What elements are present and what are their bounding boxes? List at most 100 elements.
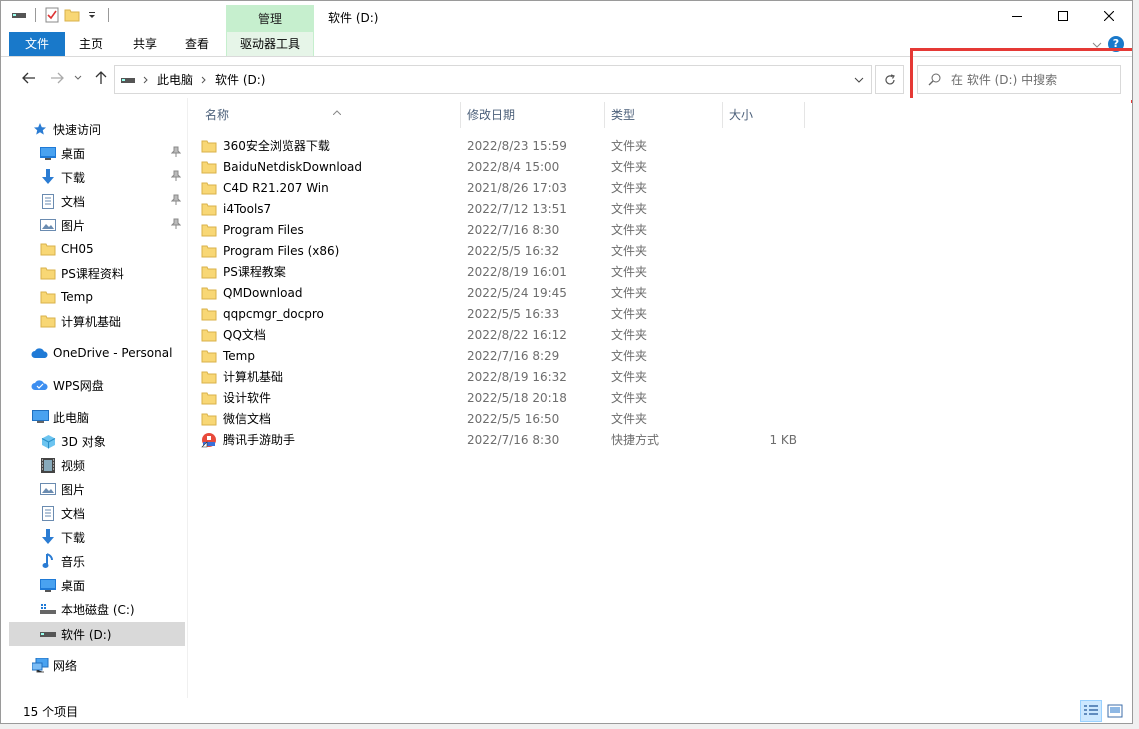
file-row[interactable]: PS课程教案 2022/8/19 16:01 文件夹 — [201, 261, 1001, 282]
file-row[interactable]: C4D R21.207 Win 2021/8/26 17:03 文件夹 — [201, 177, 1001, 198]
column-header-name[interactable]: 名称 — [199, 102, 461, 128]
column-header-date[interactable]: 修改日期 — [461, 102, 605, 128]
breadcrumb-separator-icon[interactable] — [201, 73, 207, 87]
file-row[interactable]: BaiduNetdiskDownload 2022/8/4 15:00 文件夹 — [201, 156, 1001, 177]
search-box[interactable] — [917, 65, 1121, 94]
drive-icon — [39, 626, 57, 642]
nav-item-pictures[interactable]: 图片 — [39, 477, 185, 501]
pane-splitter[interactable] — [187, 98, 188, 698]
file-row[interactable]: Temp 2022/7/16 8:29 文件夹 — [201, 345, 1001, 366]
forward-button[interactable] — [47, 68, 67, 88]
file-date: 2022/8/19 16:32 — [467, 369, 567, 384]
nav-item-folder-ch05[interactable]: CH05 — [39, 237, 185, 261]
file-row[interactable]: QMDownload 2022/5/24 19:45 文件夹 — [201, 282, 1001, 303]
nav-item-wps-cloud[interactable]: WPS网盘 — [31, 373, 185, 397]
tab-file[interactable]: 文件 — [9, 32, 65, 56]
file-type: 快捷方式 — [611, 433, 660, 447]
computer-icon — [31, 409, 49, 425]
nav-item-label: 图片 — [61, 482, 86, 497]
up-button[interactable] — [91, 68, 111, 88]
file-date: 2022/8/22 16:12 — [467, 327, 567, 342]
file-name: 微信文档 — [223, 412, 272, 426]
file-name: 360安全浏览器下载 — [223, 139, 330, 153]
maximize-button[interactable] — [1040, 1, 1086, 31]
minimize-button[interactable] — [994, 1, 1040, 31]
close-button[interactable] — [1086, 1, 1132, 31]
nav-item-3d-objects[interactable]: 3D 对象 — [39, 429, 185, 453]
search-input[interactable] — [951, 72, 1111, 87]
nav-item-folder-temp[interactable]: Temp — [39, 285, 185, 309]
file-date: 2022/7/16 8:30 — [467, 222, 560, 237]
nav-item-drive-d[interactable]: 软件 (D:) — [9, 622, 185, 646]
column-header-label: 名称 — [205, 108, 230, 122]
nav-item-label: 图片 — [61, 218, 86, 233]
nav-item-videos[interactable]: 视频 — [39, 453, 185, 477]
file-type: 文件夹 — [611, 349, 648, 363]
nav-item-onedrive[interactable]: OneDrive - Personal — [31, 341, 185, 365]
nav-item-this-pc[interactable]: 此电脑 — [31, 405, 185, 429]
back-button[interactable] — [19, 68, 39, 88]
chevron-down-icon — [74, 75, 82, 80]
properties-icon[interactable] — [44, 7, 60, 23]
file-list: 名称 修改日期 类型 大小 360安全浏览器下载 2022/8/23 15:59… — [191, 98, 1131, 698]
file-row[interactable]: 360安全浏览器下载 2022/8/23 15:59 文件夹 — [201, 135, 1001, 156]
folder-icon — [201, 285, 217, 301]
picture-icon — [39, 481, 57, 497]
breadcrumb-this-pc[interactable]: 此电脑 — [157, 71, 193, 88]
help-icon[interactable]: ? — [1108, 36, 1124, 52]
large-icons-view-button[interactable] — [1104, 700, 1126, 722]
status-bar: 15 个项目 — [1, 698, 1132, 723]
file-name: 腾讯手游助手 — [223, 433, 296, 447]
cube-icon — [39, 433, 57, 449]
minimize-icon — [1012, 16, 1022, 17]
file-type: 文件夹 — [611, 370, 648, 384]
file-row[interactable]: i4Tools7 2022/7/12 13:51 文件夹 — [201, 198, 1001, 219]
file-row[interactable]: QQ文档 2022/8/22 16:12 文件夹 — [201, 324, 1001, 345]
address-bar[interactable]: 此电脑 软件 (D:) — [114, 65, 872, 94]
nav-item-music[interactable]: 音乐 — [39, 549, 185, 573]
nav-item-folder-ps-materials[interactable]: PS课程资料 — [39, 261, 185, 285]
column-header-label: 类型 — [611, 108, 636, 122]
tab-view[interactable]: 查看 — [177, 32, 217, 56]
breadcrumb-current-drive[interactable]: 软件 (D:) — [215, 71, 265, 88]
nav-item-downloads[interactable]: 下载 — [39, 525, 185, 549]
folder-icon — [201, 264, 217, 280]
expand-ribbon-icon[interactable] — [1092, 37, 1102, 51]
nav-item-documents-pinned[interactable]: 文档 — [39, 189, 185, 213]
file-row[interactable]: Program Files 2022/7/16 8:30 文件夹 — [201, 219, 1001, 240]
address-history-button[interactable] — [847, 66, 871, 93]
file-row[interactable]: 设计软件 2022/5/18 20:18 文件夹 — [201, 387, 1001, 408]
file-row[interactable]: Program Files (x86) 2022/5/5 16:32 文件夹 — [201, 240, 1001, 261]
customize-toolbar-icon[interactable] — [84, 7, 100, 23]
nav-item-desktop[interactable]: 桌面 — [39, 573, 185, 597]
new-folder-icon[interactable] — [64, 7, 80, 23]
nav-item-pictures-pinned[interactable]: 图片 — [39, 213, 185, 237]
nav-item-quick-access[interactable]: 快速访问 — [31, 117, 185, 141]
nav-item-label: 下载 — [61, 530, 86, 545]
file-row[interactable]: qqpcmgr_docpro 2022/5/5 16:33 文件夹 — [201, 303, 1001, 324]
nav-item-desktop-pinned[interactable]: 桌面 — [39, 141, 185, 165]
file-date: 2022/8/23 15:59 — [467, 138, 567, 153]
file-row[interactable]: 腾讯手游助手 2022/7/16 8:30 快捷方式 1 KB — [201, 429, 1001, 450]
folder-icon — [39, 313, 57, 329]
nav-item-network[interactable]: 网络 — [31, 653, 185, 677]
refresh-button[interactable] — [875, 65, 904, 94]
nav-item-downloads-pinned[interactable]: 下载 — [39, 165, 185, 189]
nav-item-label: 快速访问 — [53, 122, 102, 137]
column-header-size[interactable]: 大小 — [723, 102, 805, 128]
nav-item-folder-computer-basics[interactable]: 计算机基础 — [39, 309, 185, 333]
recent-locations-button[interactable] — [71, 68, 85, 88]
tab-drive-tools[interactable]: 驱动器工具 — [226, 32, 314, 56]
nav-item-documents[interactable]: 文档 — [39, 501, 185, 525]
breadcrumb-separator-icon[interactable] — [143, 73, 149, 87]
column-header-type[interactable]: 类型 — [605, 102, 723, 128]
details-view-button[interactable] — [1080, 700, 1102, 722]
tab-home[interactable]: 主页 — [71, 32, 111, 56]
title-bar: 管理 软件 (D:) — [1, 1, 1132, 33]
file-row[interactable]: 微信文档 2022/5/5 16:50 文件夹 — [201, 408, 1001, 429]
tab-share[interactable]: 共享 — [125, 32, 165, 56]
nav-item-local-disk-c[interactable]: 本地磁盘 (C:) — [39, 597, 185, 621]
file-row[interactable]: 计算机基础 2022/8/19 16:32 文件夹 — [201, 366, 1001, 387]
document-icon — [39, 193, 57, 209]
file-type: 文件夹 — [611, 181, 648, 195]
